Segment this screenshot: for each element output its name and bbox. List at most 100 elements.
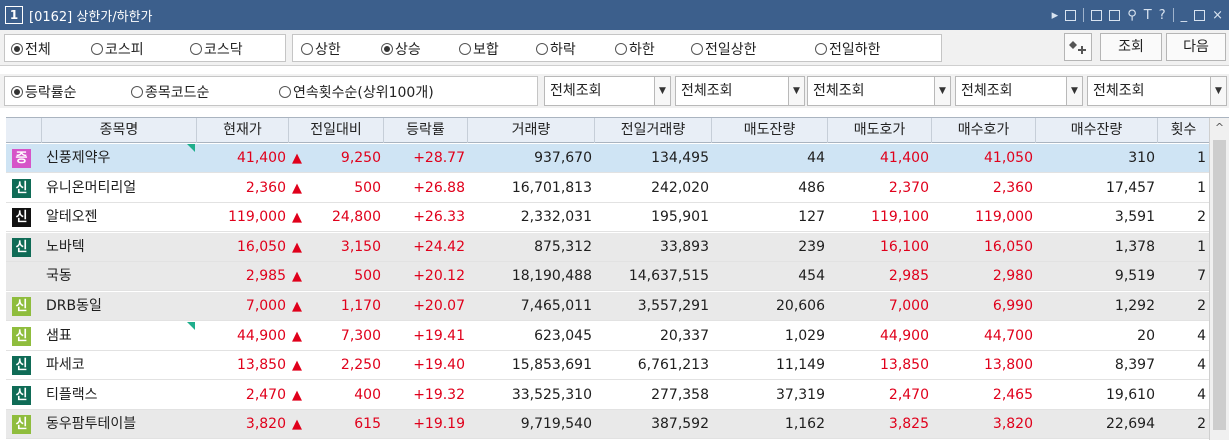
cell-name[interactable]: 파세코 (42, 351, 197, 380)
radio-flat[interactable]: 보합 (459, 39, 499, 59)
copy-window-icon[interactable] (1109, 9, 1121, 21)
chevron-down-icon[interactable]: ▼ (1210, 77, 1226, 105)
chevron-down-icon[interactable]: ▼ (934, 77, 950, 105)
cell-name[interactable]: 샘표 (42, 321, 197, 351)
table-row[interactable]: 신 유니온머티리얼 2,360 ▲ 500 +26.88 16,701,813 242,020… (6, 174, 1209, 203)
col-header-price[interactable]: 현재가 (197, 118, 289, 143)
cell-name[interactable]: 노바텍 (42, 233, 197, 262)
table-row[interactable]: 신 알테오젠 119,000 ▲ 24,800 +26.33 2,332,031 195,90… (6, 203, 1209, 233)
radio-market-kospi[interactable]: 코스피 (91, 39, 144, 59)
font-icon[interactable]: T (1144, 8, 1152, 23)
col-header-bid[interactable]: 매수호가 (932, 118, 1036, 143)
cell-change: ▲ 9,250 (289, 144, 384, 173)
table-row[interactable]: 국동 2,985 ▲ 500 +20.12 18,190,488 14,637,515 454… (6, 262, 1209, 292)
cell-text: +19.41 (413, 327, 465, 344)
col-header-bid-qty[interactable]: 매수잔량 (1036, 118, 1158, 143)
credit-badge: 신 (12, 208, 31, 228)
filter-select-1[interactable]: 전체조회 ▼ (544, 76, 671, 106)
cell-text: +26.33 (413, 209, 465, 226)
col-header-volume[interactable]: 거래량 (468, 118, 595, 143)
restore-icon[interactable] (1091, 9, 1103, 21)
window-controls: ▸ ⚲ T ? _ × (1052, 0, 1223, 30)
query-button[interactable]: 조회 (1100, 33, 1162, 61)
next-button[interactable]: 다음 (1166, 33, 1226, 61)
credit-badge: 신 (12, 385, 31, 405)
cell-text: 16,050 (237, 238, 286, 255)
radio-sort-rate[interactable]: 등락률순 (11, 82, 77, 102)
up-arrow-icon: ▲ (292, 180, 302, 196)
col-header-prev-volume[interactable]: 전일거래량 (595, 118, 712, 143)
radio-upper-limit[interactable]: 상한 (301, 39, 341, 59)
maximize-icon[interactable] (1194, 9, 1206, 21)
cell-ask: 2,470 (828, 381, 932, 410)
cell-text: 1,170 (340, 298, 381, 314)
radio-lower-limit[interactable]: 하한 (615, 39, 655, 59)
cell-price: 3,820 (197, 410, 289, 439)
table-row[interactable]: 신 샘표 44,900 ▲ 7,300 +19.41 623,045 20,337 1,029 4… (6, 321, 1209, 351)
cell-name[interactable]: 알테오젠 (42, 203, 197, 232)
radio-prev-upper-limit[interactable]: 전일상한 (691, 39, 757, 59)
col-header-ask[interactable]: 매도호가 (828, 118, 932, 143)
cell-count: 4 (1158, 351, 1209, 380)
cell-bid: 41,050 (932, 144, 1036, 173)
cell-name[interactable]: 국동 (42, 262, 197, 291)
row-badge-cell: 신 (6, 322, 42, 351)
link-arrow-icon[interactable]: ▸ (1052, 8, 1059, 23)
table-row[interactable]: 신 티플랙스 2,470 ▲ 400 +19.32 33,525,310 277,358 37,… (6, 381, 1209, 410)
cell-text: 1,029 (784, 327, 825, 344)
chevron-down-icon[interactable]: ▼ (788, 77, 804, 105)
filter-select-3[interactable]: 전체조회 ▼ (807, 76, 951, 106)
table-row[interactable]: 신 DRB동일 7,000 ▲ 1,170 +20.07 7,465,011 3,557,29… (6, 292, 1209, 321)
cell-ask-qty: 11,149 (712, 351, 828, 380)
close-icon[interactable]: × (1212, 8, 1223, 23)
up-arrow-icon: ▲ (292, 358, 302, 374)
vertical-scrollbar[interactable]: ^ (1209, 118, 1229, 440)
radio-sort-code[interactable]: 종목코드순 (131, 82, 209, 102)
radio-market-all[interactable]: 전체 (11, 39, 51, 59)
cell-name[interactable]: 티플랙스 (42, 381, 197, 410)
cell-name[interactable]: 유니온머티리얼 (42, 174, 197, 203)
pin-icon[interactable]: ⚲ (1127, 8, 1137, 23)
cell-text: 20 (1137, 327, 1155, 344)
cell-volume: 7,465,011 (468, 292, 595, 321)
col-header-name[interactable]: 종목명 (42, 118, 197, 143)
radio-fall[interactable]: 하락 (536, 39, 576, 59)
cell-prev-volume: 3,557,291 (595, 292, 712, 321)
filter-select-4[interactable]: 전체조회 ▼ (955, 76, 1083, 106)
cell-price: 13,850 (197, 351, 289, 380)
scrollbar-thumb[interactable] (1213, 140, 1226, 430)
table-row[interactable]: 신 동우팜투테이블 3,820 ▲ 615 +19.19 9,719,540 387,592 1… (6, 410, 1209, 440)
cell-prev-volume: 6,761,213 (595, 351, 712, 380)
cell-ask-qty: 44 (712, 144, 828, 173)
table-row[interactable]: 증 신풍제약우 41,400 ▲ 9,250 +28.77 937,670 134,495 44… (6, 144, 1209, 173)
row-badge-cell: 신 (6, 410, 42, 439)
cell-bid: 13,800 (932, 351, 1036, 380)
radio-rise[interactable]: 상승 (381, 39, 421, 59)
cell-name[interactable]: DRB동일 (42, 292, 197, 321)
radio-market-kosdaq[interactable]: 코스닥 (190, 39, 243, 59)
chevron-down-icon[interactable]: ▼ (654, 77, 670, 105)
filter-select-2[interactable]: 전체조회 ▼ (675, 76, 805, 106)
cell-text: 16,701,813 (511, 179, 592, 196)
add-favorite-button[interactable] (1064, 33, 1092, 61)
col-header-change[interactable]: 전일대비 (289, 118, 384, 143)
radio-sort-streak[interactable]: 연속횟수순(상위100개) (279, 82, 434, 102)
cell-name[interactable]: 동우팜투테이블 (42, 410, 197, 439)
col-header-ask-qty[interactable]: 매도잔량 (712, 118, 828, 143)
table-row[interactable]: 신 파세코 13,850 ▲ 2,250 +19.40 15,853,691 6,761,21… (6, 351, 1209, 381)
table-row[interactable]: 신 노바텍 16,050 ▲ 3,150 +24.42 875,312 33,893 239 16… (6, 232, 1209, 262)
radio-prev-lower-limit[interactable]: 전일하한 (815, 39, 881, 59)
chevron-up-icon[interactable]: ^ (1210, 118, 1229, 138)
cell-text: 400 (354, 386, 381, 403)
cell-text: 24,800 (332, 209, 381, 226)
chevron-down-icon[interactable]: ▼ (1066, 77, 1082, 105)
minimize-icon[interactable]: _ (1181, 8, 1188, 23)
help-icon[interactable]: ? (1159, 8, 1166, 23)
filter-select-5[interactable]: 전체조회 ▼ (1087, 76, 1227, 106)
col-header-count[interactable]: 횟수 (1158, 118, 1209, 143)
sort-radio-group: 등락률순 종목코드순 연속횟수순(상위100개) (4, 76, 538, 106)
cell-name[interactable]: 신풍제약우 (42, 144, 197, 173)
screen-icon[interactable] (1065, 9, 1077, 21)
col-header-rate[interactable]: 등락률 (384, 118, 468, 143)
window-number[interactable]: 1 (5, 6, 23, 24)
